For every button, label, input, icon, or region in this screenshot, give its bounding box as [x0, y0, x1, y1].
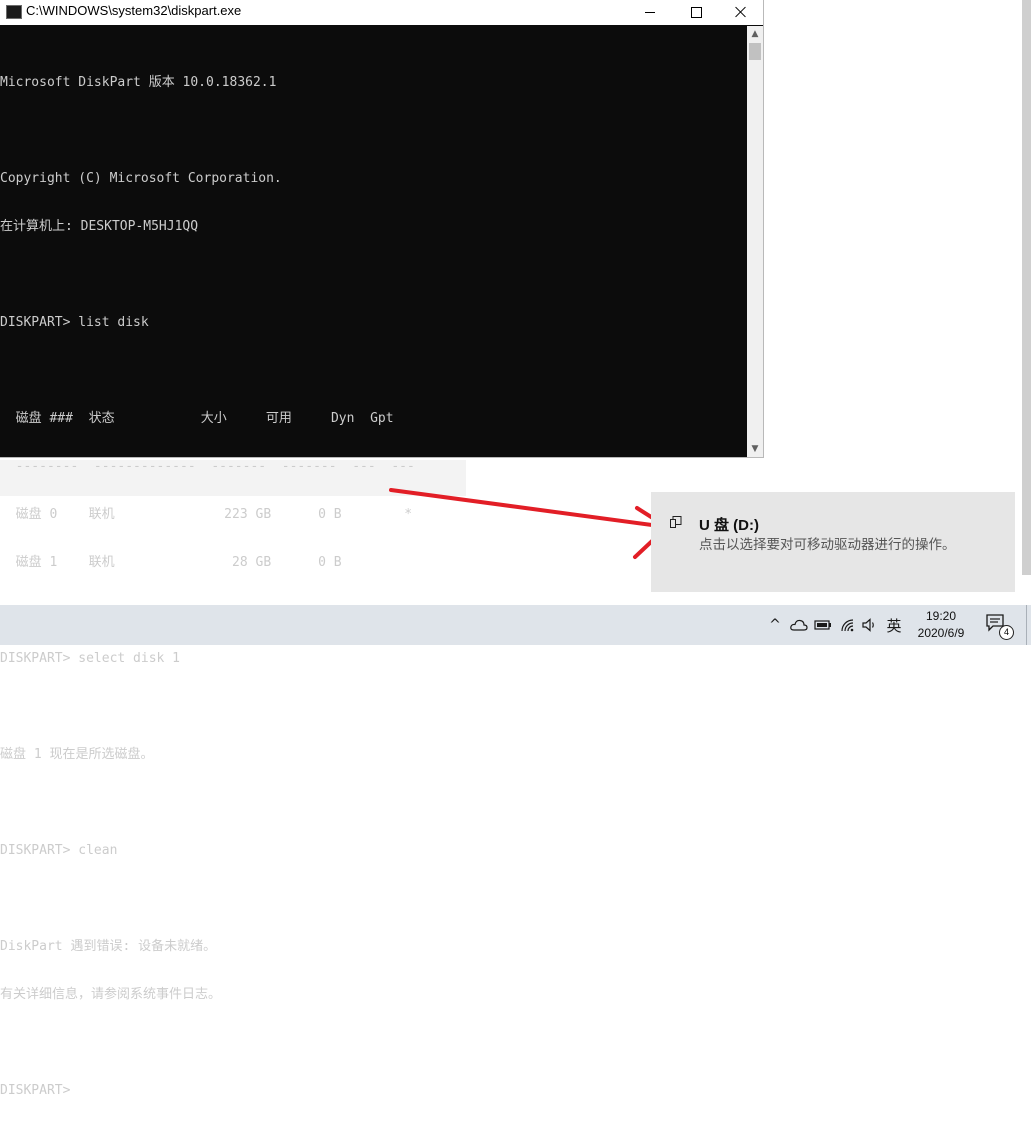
battery-icon[interactable]: [813, 605, 833, 645]
title-bar[interactable]: C:\WINDOWS\system32\diskpart.exe: [0, 0, 763, 25]
diskpart-window[interactable]: C:\WINDOWS\system32\diskpart.exe Microso…: [0, 0, 764, 1098]
minimize-icon: [645, 11, 655, 13]
background-edge: [1022, 0, 1031, 575]
close-icon: [735, 6, 747, 18]
console-line: DISKPART> list disk: [0, 315, 149, 330]
window-title: C:\WINDOWS\system32\diskpart.exe: [26, 3, 242, 18]
scroll-up-icon[interactable]: ▲: [747, 26, 763, 42]
close-button[interactable]: [718, 0, 764, 24]
input-method-indicator[interactable]: 英: [883, 605, 905, 645]
scroll-down-icon[interactable]: ▼: [747, 441, 763, 457]
vertical-scrollbar[interactable]: ▲ ▼: [747, 26, 763, 457]
chevron-up-icon[interactable]: ^: [765, 605, 785, 645]
maximize-button[interactable]: [673, 0, 719, 24]
autoplay-notification[interactable]: U 盘 (D:) 点击以选择要对可移动驱动器进行的操作。: [651, 492, 1015, 592]
console-icon: [6, 5, 22, 19]
notification-body: 点击以选择要对可移动驱动器进行的操作。: [699, 537, 956, 553]
show-desktop-button[interactable]: [1026, 605, 1031, 645]
onedrive-icon[interactable]: [788, 605, 810, 645]
console-line: -------- ------------- ------- ------- -…: [0, 459, 415, 474]
console-line: 磁盘 1 现在是所选磁盘。: [0, 747, 154, 762]
minimize-button[interactable]: [627, 0, 673, 24]
system-clock[interactable]: 19:20 2020/6/9: [906, 608, 976, 642]
console-line: 有关详细信息，请参阅系统事件日志。: [0, 987, 222, 1002]
clock-time: 19:20: [925, 609, 957, 623]
red-arrow-annotation: [389, 488, 669, 559]
console-line: Copyright (C) Microsoft Corporation.: [0, 171, 282, 186]
scroll-thumb[interactable]: [749, 43, 761, 60]
console-line: DISKPART> select disk 1: [0, 651, 181, 666]
console-line: 磁盘 ### 状态 大小 可用 Dyn Gpt: [0, 411, 394, 426]
volume-icon[interactable]: [860, 605, 880, 645]
console-line: Microsoft DiskPart 版本 10.0.18362.1: [0, 75, 277, 90]
console-line: DISKPART> clean: [0, 843, 118, 858]
network-icon[interactable]: [838, 605, 858, 645]
maximize-icon: [690, 6, 702, 18]
clock-date: 2020/6/9: [917, 626, 965, 640]
notification-count-badge: 4: [999, 625, 1014, 640]
console-line: DiskPart 遇到错误: 设备未就绪。: [0, 939, 217, 954]
taskbar: ^ 英 19:20 2020/6/9 4: [0, 605, 1031, 645]
console-output[interactable]: Microsoft DiskPart 版本 10.0.18362.1 Copyr…: [0, 43, 745, 1131]
action-center-button[interactable]: 4: [985, 613, 1015, 640]
console-prompt[interactable]: DISKPART>: [0, 1083, 745, 1099]
console-line: 在计算机上: DESKTOP-M5HJ1QQ: [0, 219, 199, 234]
usb-drive-icon: [670, 516, 682, 528]
notification-title: U 盘 (D:): [699, 517, 759, 534]
